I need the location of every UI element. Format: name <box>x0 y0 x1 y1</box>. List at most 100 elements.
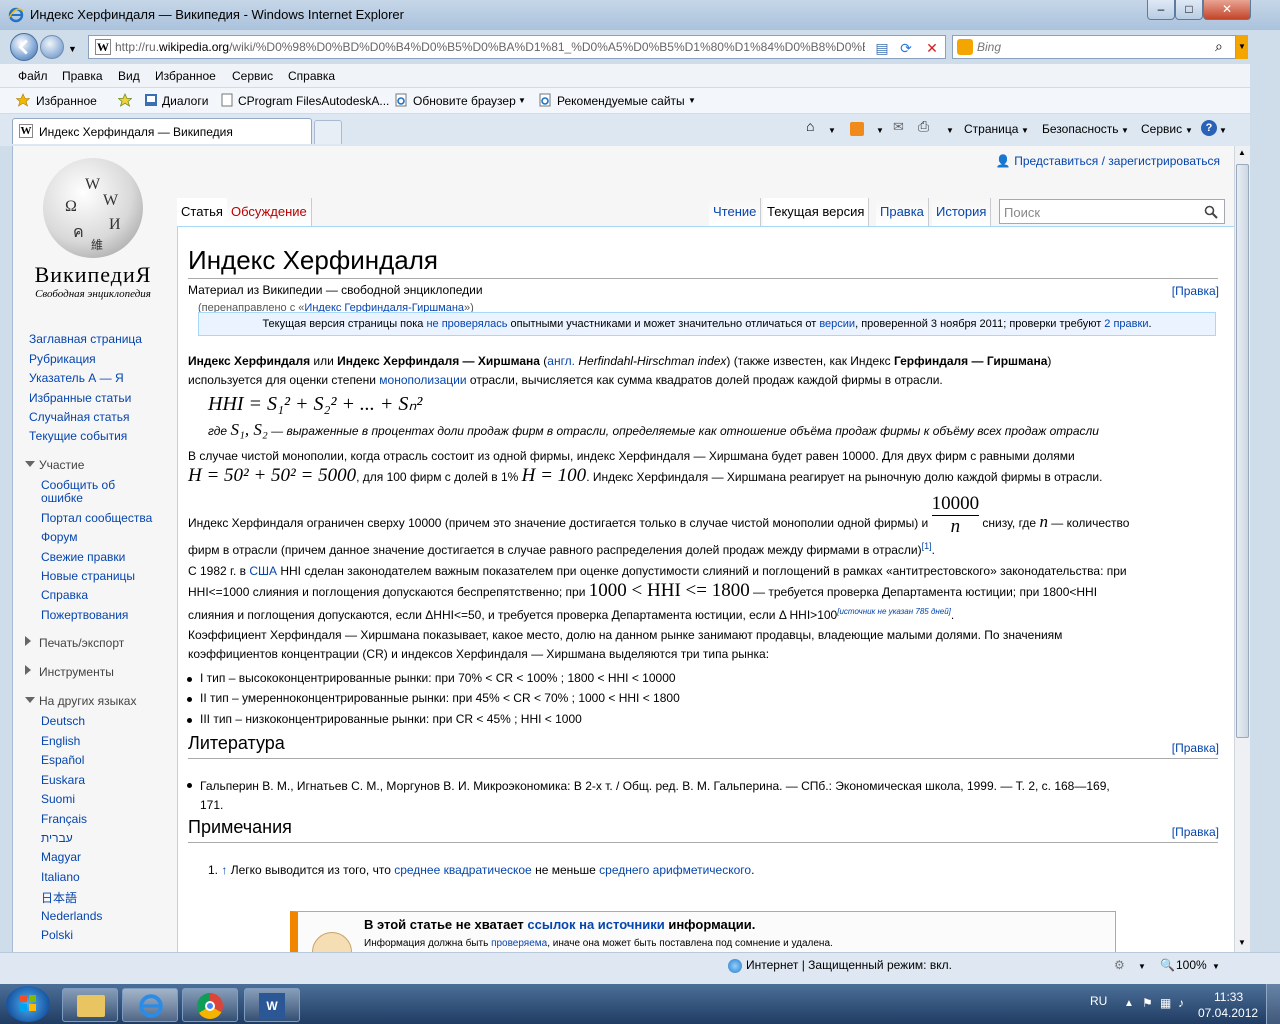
search-dropdown-icon[interactable]: ▼ <box>1236 35 1248 59</box>
start-button[interactable] <box>6 986 50 1022</box>
lang-japanese[interactable]: 日本語 <box>41 889 77 906</box>
chevron-down-icon[interactable]: ▼ <box>1212 962 1220 971</box>
protected-mode-icon[interactable]: ⚙ <box>1114 958 1125 972</box>
input-language[interactable]: RU <box>1090 994 1107 1008</box>
help-icon[interactable]: ? <box>1201 120 1217 136</box>
lang-francais[interactable]: Français <box>41 812 87 826</box>
menu-file[interactable]: Файл <box>18 69 48 83</box>
vertical-scrollbar[interactable]: ▲ ▼ <box>1234 146 1250 952</box>
tab-history[interactable]: История <box>932 198 992 226</box>
menu-help[interactable]: Справка <box>288 69 335 83</box>
scrollbar-thumb[interactable] <box>1236 164 1249 738</box>
chevron-down-icon[interactable]: ▼ <box>1138 962 1146 971</box>
tab-talk[interactable]: Обсуждение <box>227 198 312 226</box>
tab-read[interactable]: Чтение <box>709 198 762 226</box>
portal-tools[interactable]: Инструменты <box>39 665 114 679</box>
nav-featured[interactable]: Избранные статьи <box>29 391 131 405</box>
nav-current-events[interactable]: Текущие события <box>29 429 127 443</box>
portal-participation[interactable]: Участие <box>39 458 84 472</box>
wiki-search-input[interactable]: Поиск <box>999 199 1225 224</box>
login-link[interactable]: 👤 Представиться / зарегистрироваться <box>996 154 1220 168</box>
page-menu[interactable]: Страница <box>964 122 1018 136</box>
clock-date[interactable]: 07.04.2012 <box>1198 1006 1258 1020</box>
fav-item-suggested-sites[interactable]: Рекомендуемые сайты <box>557 94 685 108</box>
chevron-down-icon[interactable]: ▼ <box>876 126 884 135</box>
maximize-button[interactable]: □ <box>1175 0 1203 20</box>
network-icon[interactable]: ▦ <box>1160 996 1171 1010</box>
expand-down-icon[interactable] <box>25 461 35 467</box>
portal-languages[interactable]: На других языках <box>39 694 136 708</box>
chevron-down-icon[interactable]: ▼ <box>946 126 954 135</box>
scroll-down-icon[interactable]: ▼ <box>1238 938 1246 947</box>
menu-tools[interactable]: Сервис <box>232 69 273 83</box>
chevron-down-icon[interactable]: ▼ <box>688 96 696 105</box>
clock-time[interactable]: 11:33 <box>1214 990 1243 1004</box>
compatibility-icon[interactable]: ▤ <box>873 39 891 57</box>
taskbar-ie[interactable] <box>122 988 178 1022</box>
tray-expand-icon[interactable]: ▲ <box>1124 998 1134 1009</box>
rss-icon[interactable] <box>850 122 864 136</box>
tab-article[interactable]: Статья <box>177 198 228 226</box>
chevron-down-icon[interactable]: ▼ <box>1185 126 1193 135</box>
flag-icon[interactable]: ⚑ <box>1142 996 1153 1010</box>
expand-down-icon[interactable] <box>25 697 35 703</box>
lang-deutsch[interactable]: Deutsch <box>41 714 85 728</box>
expand-right-icon[interactable] <box>25 665 31 675</box>
stop-icon[interactable]: ✕ <box>923 39 941 57</box>
nav-community[interactable]: Портал сообщества <box>41 511 152 525</box>
tab-current-version[interactable]: Текущая версия <box>763 198 870 226</box>
lang-suomi[interactable]: Suomi <box>41 792 75 806</box>
forward-button[interactable] <box>40 35 64 59</box>
lang-italiano[interactable]: Italiano <box>41 870 80 884</box>
nav-help[interactable]: Справка <box>41 588 88 602</box>
search-icon[interactable] <box>1204 205 1218 219</box>
chevron-down-icon[interactable]: ▼ <box>1021 126 1029 135</box>
search-box[interactable]: Bing ⌕ <box>952 35 1236 59</box>
taskbar-explorer[interactable] <box>62 988 118 1022</box>
nav-recent-changes[interactable]: Свежие правки <box>41 550 125 564</box>
tab-edit[interactable]: Правка <box>876 198 929 226</box>
chevron-down-icon[interactable]: ▼ <box>828 126 836 135</box>
print-icon[interactable]: ⎙ <box>918 118 929 135</box>
nav-index[interactable]: Указатель А — Я <box>29 371 124 385</box>
tools-menu[interactable]: Сервис <box>1141 122 1182 136</box>
fav-item-dialogs[interactable]: Диалоги <box>162 94 208 108</box>
menu-view[interactable]: Вид <box>118 69 140 83</box>
nav-forum[interactable]: Форум <box>41 530 77 544</box>
history-dropdown-icon[interactable]: ▼ <box>68 44 77 54</box>
lang-espanol[interactable]: Español <box>41 753 84 767</box>
lang-euskara[interactable]: Euskara <box>41 773 85 787</box>
chevron-down-icon[interactable]: ▼ <box>1121 126 1129 135</box>
search-icon[interactable]: ⌕ <box>1215 38 1223 55</box>
mail-icon[interactable]: ✉ <box>893 119 904 135</box>
chevron-down-icon[interactable]: ▼ <box>518 96 526 105</box>
portal-print[interactable]: Печать/экспорт <box>39 636 124 650</box>
nav-report-error[interactable]: Сообщить об <box>41 478 115 492</box>
add-favorite-icon[interactable] <box>118 93 132 107</box>
lang-magyar[interactable]: Magyar <box>41 850 81 864</box>
tab-wikipedia[interactable]: W Индекс Херфиндаля — Википедия <box>12 118 312 144</box>
close-window-button[interactable]: ✕ <box>1203 0 1251 20</box>
refresh-icon[interactable]: ⟳ <box>897 39 915 57</box>
new-tab-button[interactable] <box>314 120 342 144</box>
chevron-down-icon[interactable]: ▼ <box>1219 126 1227 135</box>
home-icon[interactable]: ⌂ <box>806 118 814 134</box>
address-url[interactable]: http://ru.wikipedia.org/wiki/%D0%98%D0%B… <box>115 40 865 54</box>
nav-categories[interactable]: Рубрикация <box>29 352 96 366</box>
nav-new-pages[interactable]: Новые страницы <box>41 569 135 583</box>
taskbar-chrome[interactable] <box>182 988 238 1022</box>
fav-item-update-browser[interactable]: Обновите браузер <box>413 94 516 108</box>
show-desktop-button[interactable] <box>1266 984 1280 1024</box>
lang-hebrew[interactable]: עברית <box>41 831 73 845</box>
menu-edit[interactable]: Правка <box>62 69 103 83</box>
volume-icon[interactable]: ♪ <box>1178 996 1184 1010</box>
scroll-up-icon[interactable]: ▲ <box>1238 148 1246 157</box>
favorites-button[interactable]: Избранное <box>36 94 97 108</box>
lang-polski[interactable]: Polski <box>41 928 73 942</box>
edit-literature-link[interactable]: [Правка] <box>1172 741 1219 755</box>
minimize-button[interactable]: – <box>1147 0 1175 20</box>
edit-lead-link[interactable]: [Правка] <box>1172 284 1219 298</box>
nav-donate[interactable]: Пожертвования <box>41 608 128 622</box>
security-zone[interactable]: Интернет | Защищенный режим: вкл. <box>746 958 952 972</box>
zoom-icon[interactable]: 🔍 <box>1160 958 1175 972</box>
